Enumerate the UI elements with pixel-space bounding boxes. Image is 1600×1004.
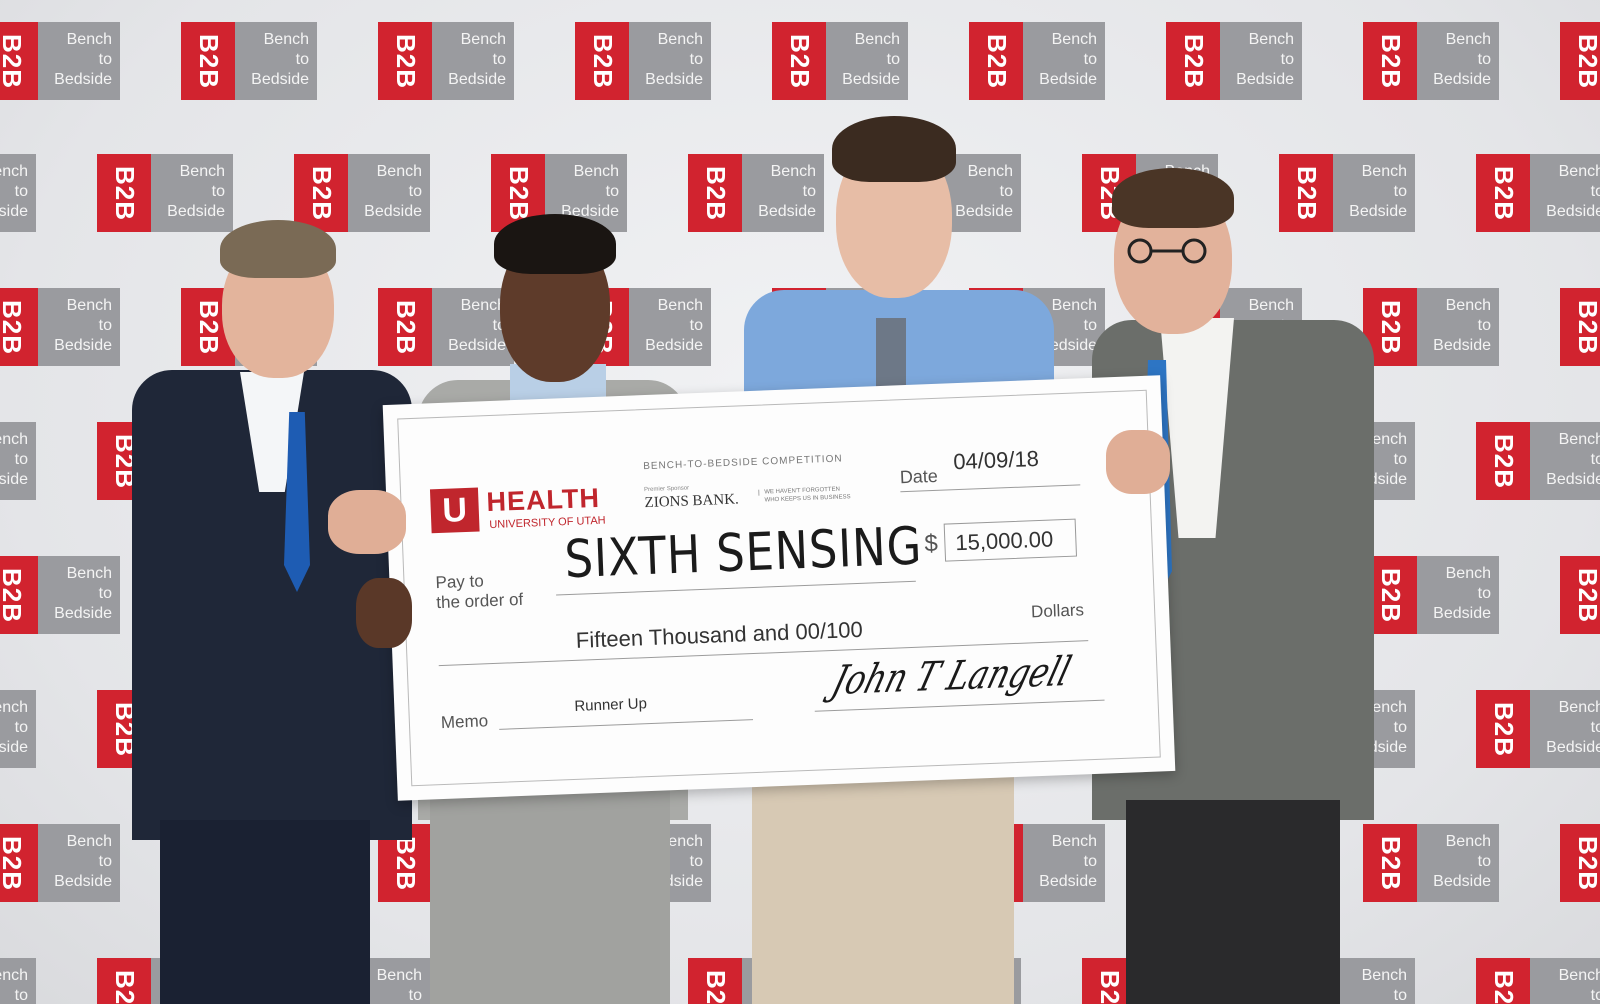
b2b-bench-to-bedside-logo: B2BBenchtoBedside [294, 154, 430, 232]
b2b-bench-to-bedside-logo: B2BBenchtoBedside [1560, 288, 1600, 366]
b2b-bench-to-bedside-logo: B2BBenchtoBedside [1279, 154, 1415, 232]
check-date: 04/09/18 [952, 445, 1040, 475]
b2b-bench-to-bedside-logo: B2BBenchtoBedside [575, 22, 711, 100]
b2b-bench-to-bedside-logo: B2BBenchtoBedside [1363, 22, 1499, 100]
b2b-bench-to-bedside-logo: B2BBenchtoBedside [181, 22, 317, 100]
hand [1106, 430, 1170, 494]
b2b-bench-to-bedside-logo: B2BBenchtoBedside [1560, 824, 1600, 902]
date-label: Date [899, 465, 939, 488]
b2b-bench-to-bedside-logo: B2BBenchtoBedside [0, 556, 120, 634]
currency-symbol: $ [923, 529, 939, 558]
university-of-utah-u-logo: U [429, 487, 480, 534]
b2b-bench-to-bedside-logo: B2BBenchtoBedside [378, 22, 514, 100]
b2b-bench-to-bedside-logo: B2BBenchtoBedside [97, 154, 233, 232]
b2b-bench-to-bedside-logo: B2BBenchtoBedside [0, 690, 36, 768]
pay-to-label: Pay to [435, 571, 485, 593]
b2b-bench-to-bedside-logo: B2BBenchtoBedside [0, 154, 36, 232]
b2b-bench-to-bedside-logo: B2BBenchtoBedside [1476, 154, 1600, 232]
signature: John T Langell [827, 648, 1076, 705]
sponsor-name: ZIONS BANK. [644, 491, 740, 512]
b2b-bench-to-bedside-logo: B2BBenchtoBedside [1166, 22, 1302, 100]
b2b-bench-to-bedside-logo: B2BBenchtoBedside [1560, 556, 1600, 634]
memo-value: Runner Up [574, 695, 648, 715]
memo-label: Memo [440, 711, 489, 733]
hand [356, 578, 412, 648]
b2b-bench-to-bedside-logo: B2BBenchtoBedside [0, 22, 120, 100]
b2b-bench-to-bedside-logo: B2BBenchtoBedside [1476, 690, 1600, 768]
org-name: HEALTH [485, 482, 601, 518]
hand [328, 490, 406, 554]
b2b-bench-to-bedside-logo: B2BBenchtoBedside [378, 288, 514, 366]
order-of-label: the order of [435, 589, 524, 613]
b2b-bench-to-bedside-logo: B2BBenchtoBedside [0, 422, 36, 500]
b2b-bench-to-bedside-logo: B2BBenchtoBedside [0, 958, 36, 1004]
b2b-bench-to-bedside-logo: B2BBenchtoBedside [1476, 422, 1600, 500]
b2b-bench-to-bedside-logo: B2BBenchtoBedside [1560, 22, 1600, 100]
check-amount: 15,000.00 [954, 526, 1054, 556]
glasses-icon [1116, 238, 1226, 264]
dollars-label: Dollars [1030, 600, 1085, 622]
b2b-bench-to-bedside-logo: B2BBenchtoBedside [969, 22, 1105, 100]
b2b-bench-to-bedside-logo: B2BBenchtoBedside [1363, 556, 1499, 634]
amount-box: 15,000.00 [943, 518, 1078, 562]
b2b-bench-to-bedside-logo: B2BBenchtoBedside [1476, 958, 1600, 1004]
b2b-bench-to-bedside-logo: B2BBenchtoBedside [0, 824, 120, 902]
ceremonial-check: U HEALTH UNIVERSITY OF UTAH BENCH-TO-BED… [382, 375, 1176, 801]
b2b-bench-to-bedside-logo: B2BBenchtoBedside [1363, 824, 1499, 902]
b2b-bench-to-bedside-logo: B2BBenchtoBedside [0, 288, 120, 366]
b2b-bench-to-bedside-logo: B2BBenchtoBedside [1363, 288, 1499, 366]
b2b-bench-to-bedside-logo: B2BBenchtoBedside [688, 154, 824, 232]
b2b-bench-to-bedside-logo: B2BBenchtoBedside [772, 22, 908, 100]
